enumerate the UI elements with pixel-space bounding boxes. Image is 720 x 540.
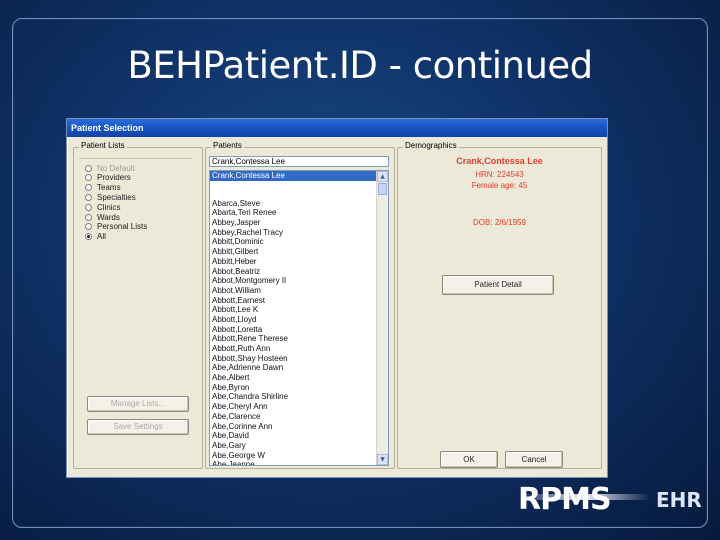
radio-personal-lists[interactable]: Personal Lists: [85, 222, 147, 232]
list-item[interactable]: Abbot,William: [210, 286, 378, 296]
patient-search-input[interactable]: Crank,Contessa Lee: [209, 156, 389, 167]
list-item[interactable]: Abe,George W: [210, 451, 378, 461]
list-item[interactable]: Abbitt,Gilbert: [210, 247, 378, 257]
cancel-button[interactable]: Cancel: [505, 451, 563, 468]
patient-lists-group: Patient Lists No Default Providers Teams…: [73, 141, 203, 469]
radio-wards[interactable]: Wards: [85, 212, 120, 222]
radio-label: Providers: [97, 173, 131, 183]
radio-label: Specialties: [97, 192, 136, 202]
patient-hrn: HRN: 224543: [475, 170, 524, 179]
slide-title: BEHPatient.ID - continued: [127, 44, 593, 87]
patient-selection-dialog: Patient Selection Patient Lists No Defau…: [66, 118, 608, 478]
list-item[interactable]: Abbott,Earnest: [210, 296, 378, 306]
demographics-group: Demographics Crank,Contessa Lee HRN: 224…: [397, 141, 602, 469]
list-item[interactable]: Abbey,Rachel Tracy: [210, 228, 378, 238]
list-item[interactable]: Abbitt,Dominic: [210, 237, 378, 247]
scroll-down-icon[interactable]: ▼: [377, 454, 388, 465]
patient-sex-age: Female age: 45: [471, 181, 528, 190]
radio-label: Personal Lists: [97, 222, 148, 232]
logo-ehr: EHR: [656, 488, 702, 512]
patient-lists-radio-group: No Default Providers Teams Specialties C…: [79, 158, 192, 245]
list-item[interactable]: Abe,Albert: [210, 373, 378, 383]
patient-dob: DOB: 2/6/1959: [473, 218, 526, 227]
radio-providers[interactable]: Providers: [85, 173, 131, 183]
list-item[interactable]: Abbey,Jasper: [210, 218, 378, 228]
radio-circle: [85, 213, 92, 221]
radio-clinics[interactable]: Clinics: [85, 202, 121, 212]
dialog-titlebar[interactable]: Patient Selection: [67, 119, 607, 137]
radio-label: All: [97, 232, 106, 242]
radio-circle-checked: [85, 233, 92, 241]
list-item[interactable]: Abbott,Shay Hosteen: [210, 354, 378, 364]
list-item[interactable]: Abbitt,Heber: [210, 257, 378, 267]
scroll-up-icon[interactable]: ▲: [377, 171, 388, 182]
radio-circle: [85, 174, 92, 182]
manage-lists-button[interactable]: Manage Lists...: [87, 396, 189, 412]
radio-specialties[interactable]: Specialties: [85, 192, 136, 202]
patient-detail-button[interactable]: Patient Detail: [442, 275, 554, 295]
radio-no-default[interactable]: No Default: [85, 163, 135, 173]
list-item[interactable]: Abe,Chandra Shirline: [210, 392, 378, 402]
rpms-ehr-logo: RPMS EHR: [518, 478, 708, 522]
radio-circle: [85, 164, 92, 172]
logo-swoosh: [520, 494, 650, 500]
save-settings-button[interactable]: Save Settings: [87, 419, 189, 435]
list-item[interactable]: Abbot,Montgomery II: [210, 276, 378, 286]
list-item[interactable]: Abbott,Rene Therese: [210, 334, 378, 344]
list-item[interactable]: Abe,Byron: [210, 383, 378, 393]
radio-label: Teams: [97, 183, 121, 193]
list-item-selected[interactable]: Crank,Contessa Lee: [210, 171, 378, 181]
list-item[interactable]: Abe,Adrienne Dawn: [210, 363, 378, 373]
list-item[interactable]: Abe,Cheryl Ann: [210, 402, 378, 412]
list-item[interactable]: Abbott,Ruth Ann: [210, 344, 378, 354]
list-item[interactable]: Abe,Jeanne: [210, 460, 378, 465]
radio-circle: [85, 184, 92, 192]
radio-circle: [85, 203, 92, 211]
list-item[interactable]: Abarca,Steve: [210, 199, 378, 209]
list-item[interactable]: Abbott,Loretta: [210, 325, 378, 335]
radio-circle: [85, 223, 92, 231]
ok-button[interactable]: OK: [440, 451, 498, 468]
list-item[interactable]: Abbott,Lloyd: [210, 315, 378, 325]
radio-teams[interactable]: Teams: [85, 183, 121, 193]
radio-all[interactable]: All: [85, 232, 106, 242]
patient-lists-legend: Patient Lists: [79, 141, 127, 150]
list-item[interactable]: Abbot,Beatriz: [210, 267, 378, 277]
list-item[interactable]: Abbott,Lee K: [210, 305, 378, 315]
patient-list-rows: Crank,Contessa Lee Abarca,Steve Abarta,Te…: [210, 171, 378, 465]
patient-name: Crank,Contessa Lee: [456, 156, 543, 166]
demographics-legend: Demographics: [403, 141, 459, 150]
patient-listbox[interactable]: Crank,Contessa Lee Abarca,Steve Abarta,Te…: [209, 170, 389, 466]
list-item[interactable]: Abe,David: [210, 431, 378, 441]
radio-label: Wards: [97, 212, 120, 222]
radio-label: No Default: [97, 163, 135, 173]
list-item[interactable]: Abe,Gary: [210, 441, 378, 451]
list-item[interactable]: Abe,Corinne Ann: [210, 422, 378, 432]
patients-legend: Patients: [211, 141, 244, 150]
list-item[interactable]: Abarta,Teri Renee: [210, 208, 378, 218]
scroll-thumb[interactable]: [378, 183, 387, 195]
list-item[interactable]: Abe,Clarence: [210, 412, 378, 422]
patient-list-scrollbar[interactable]: ▲ ▼: [376, 171, 388, 465]
patients-group: Patients Crank,Contessa Lee Crank,Contes…: [205, 141, 395, 469]
radio-circle: [85, 193, 92, 201]
radio-label: Clinics: [97, 202, 121, 212]
